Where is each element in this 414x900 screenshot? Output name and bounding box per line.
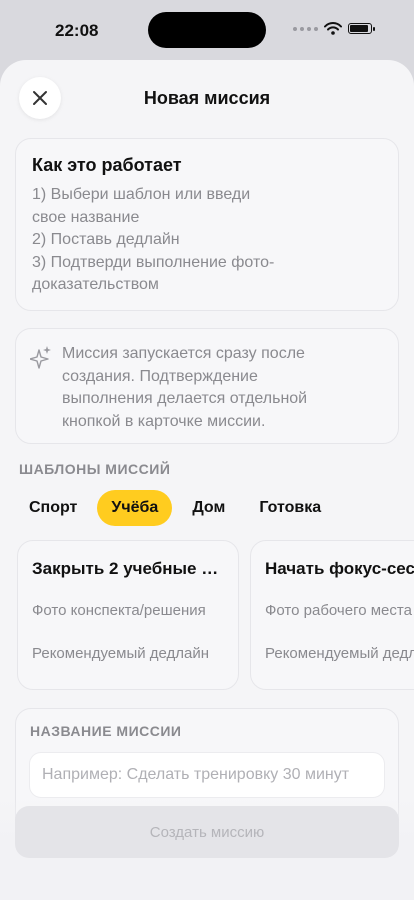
how-it-works-line: 1) Выбери шаблон или введи xyxy=(32,186,251,203)
how-it-works-line: доказательством xyxy=(32,276,159,293)
templates-section-label: ШАБЛОНЫ МИССИЙ xyxy=(19,461,171,477)
battery-icon xyxy=(348,23,375,34)
status-icons xyxy=(293,22,375,35)
category-tab-home[interactable]: Дом xyxy=(178,490,239,526)
info-line: Миссия запускается сразу после xyxy=(62,345,305,362)
category-tab-sport[interactable]: Спорт xyxy=(15,490,91,526)
new-mission-sheet: Новая миссия Как это работает 1) Выбери … xyxy=(0,60,414,900)
dynamic-island xyxy=(148,12,266,48)
info-line: кнопкой в карточке миссии. xyxy=(62,412,266,430)
template-card-title: Начать фокус-сессию xyxy=(265,559,414,578)
status-bar: 22:08 xyxy=(0,0,414,60)
how-it-works-line: 2) Поставь дедлайн xyxy=(32,231,180,248)
mission-name-placeholder: Например: Сделать тренировку 30 минут xyxy=(42,766,350,783)
how-it-works-line: 3) Подтверди выполнение фото- xyxy=(32,253,275,271)
info-line: создания. Подтверждение xyxy=(62,367,258,385)
template-card-deadline: Рекомендуемый дедлайн xyxy=(265,645,414,662)
category-tabs: Спорт Учёба Дом Готовка xyxy=(15,490,335,526)
template-card-deadline: Рекомендуемый дедлайн xyxy=(32,645,210,662)
template-card[interactable]: Начать фокус-сессию Фото рабочего места … xyxy=(250,540,414,690)
info-line: выполнения делается отдельной xyxy=(62,390,308,407)
info-card: Миссия запускается сразу после создания.… xyxy=(15,328,399,444)
cellular-signal-icon xyxy=(293,26,318,31)
template-card-proof: Фото рабочего места xyxy=(265,602,412,619)
template-card-title: Закрыть 2 учебные задачи xyxy=(32,559,224,578)
how-it-works-card: Как это работает 1) Выбери шаблон или вв… xyxy=(15,138,399,311)
sparkles-icon xyxy=(30,346,51,369)
mission-name-label: НАЗВАНИЕ МИССИИ xyxy=(30,723,182,739)
wifi-icon xyxy=(324,22,342,35)
how-it-works-line: свое название xyxy=(32,208,140,226)
template-card[interactable]: Закрыть 2 учебные задачи Фото конспекта/… xyxy=(17,540,239,690)
mission-name-input[interactable]: Например: Сделать тренировку 30 минут xyxy=(29,752,385,798)
sheet-title: Новая миссия xyxy=(143,88,271,108)
template-card-proof: Фото конспекта/решения xyxy=(32,602,206,619)
how-it-works-title: Как это работает xyxy=(32,155,182,175)
category-tab-study[interactable]: Учёба xyxy=(97,490,173,526)
create-mission-button[interactable]: Создать миссию xyxy=(15,806,399,858)
category-tab-cooking[interactable]: Готовка xyxy=(245,490,335,526)
status-time: 22:08 xyxy=(55,21,99,40)
